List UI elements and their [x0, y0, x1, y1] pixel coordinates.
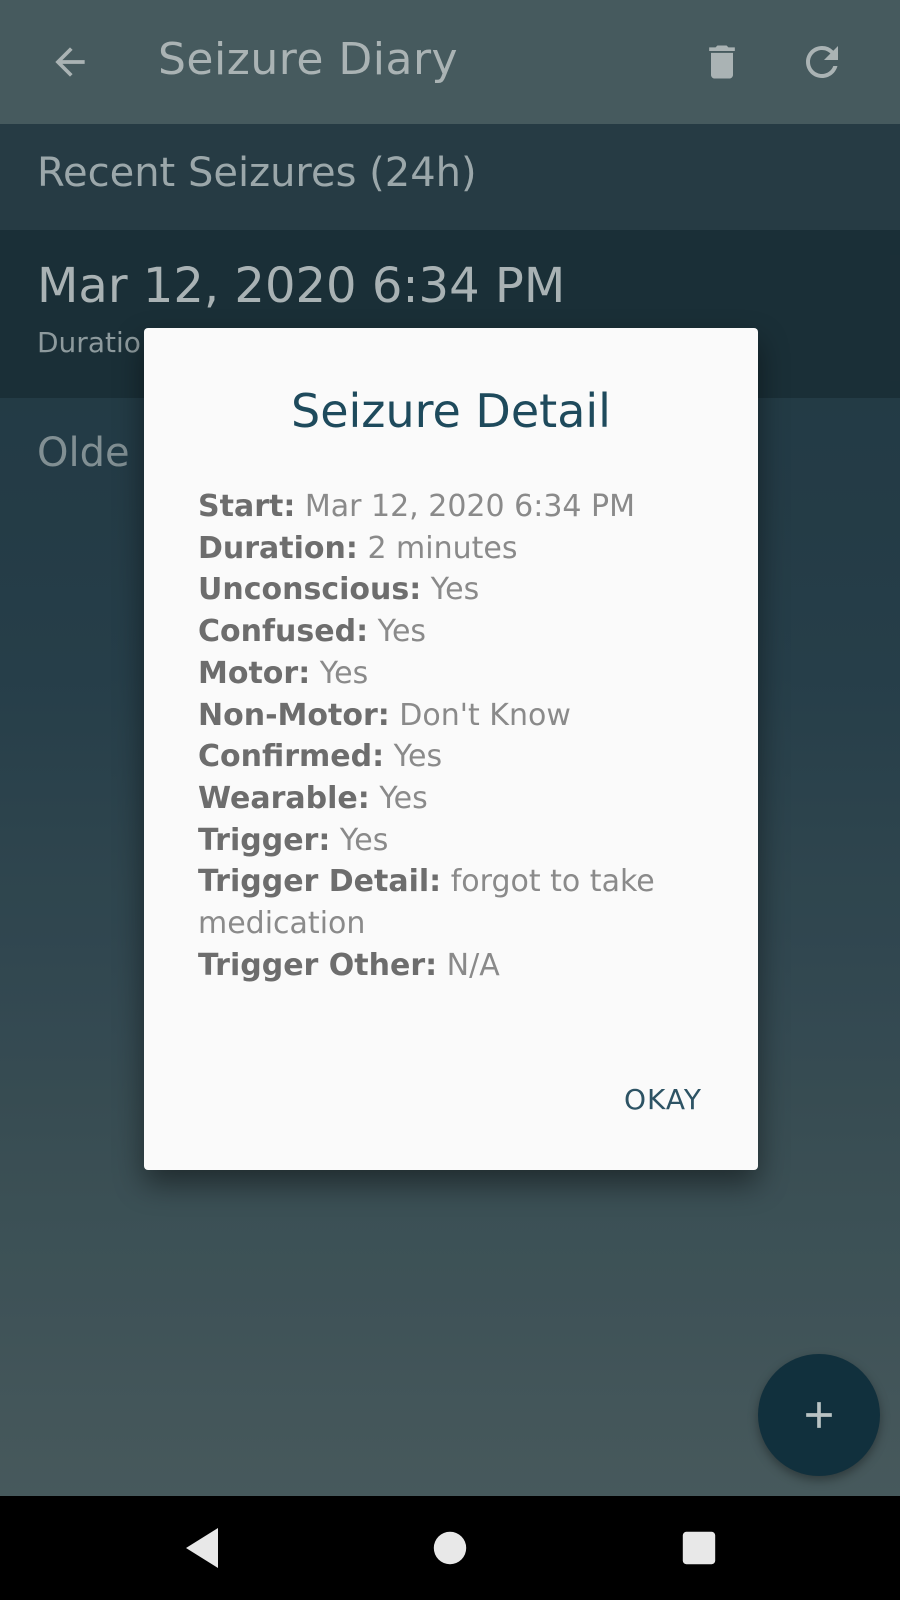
detail-non-motor: Non-Motor: Don't Know [198, 697, 571, 733]
detail-motor: Motor: Yes [198, 655, 369, 691]
dialog-title: Seizure Detail [291, 384, 611, 438]
detail-wearable: Wearable: Yes [198, 780, 428, 816]
detail-trigger-detail: Trigger Detail: forgot to take medicatio… [198, 864, 655, 942]
detail-trigger: Trigger: Yes [198, 822, 389, 858]
detail-start: Start: Mar 12, 2020 6:34 PM [198, 489, 636, 524]
detail-duration: Duration: 2 minutes [198, 530, 518, 566]
nav-home-icon[interactable] [420, 1518, 480, 1578]
nav-recents-icon[interactable] [669, 1518, 729, 1578]
detail-confused: Confused: Yes [198, 614, 427, 650]
detail-confirmed: Confirmed: Yes [198, 739, 443, 775]
system-nav-bar [0, 1496, 900, 1600]
okay-button[interactable]: OKAY [598, 1072, 728, 1126]
nav-back-icon[interactable] [172, 1518, 232, 1578]
detail-list: Start: Mar 12, 2020 6:34 PM Duration: 2 … [198, 486, 718, 986]
seizure-detail-dialog: Seizure Detail Start: Mar 12, 2020 6:34 … [144, 328, 758, 1170]
detail-trigger-other: Trigger Other: N/A [198, 947, 500, 983]
plus-icon [806, 1402, 832, 1428]
detail-unconscious: Unconscious: Yes [198, 572, 480, 608]
add-seizure-button[interactable] [758, 1354, 880, 1476]
